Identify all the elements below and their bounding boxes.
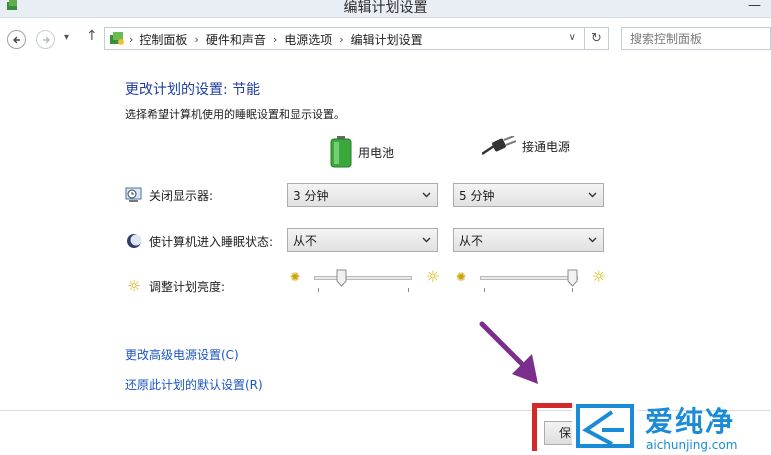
control-panel-icon	[110, 32, 124, 45]
sleep-plugged-select[interactable]: 从不	[453, 228, 604, 252]
display-battery-value: 3 分钟	[293, 188, 329, 203]
refresh-icon: ↻	[591, 31, 602, 46]
dim-sun-icon: ✺	[290, 270, 301, 284]
slider-thumb[interactable]	[336, 269, 347, 287]
watermark-frame	[532, 403, 574, 451]
display-battery-select[interactable]: 3 分钟	[287, 183, 438, 207]
up-arrow-icon[interactable]: ↑	[86, 28, 98, 44]
page-description: 选择希望计算机使用的睡眠设置和显示设置。	[125, 108, 345, 121]
display-plugged-select[interactable]: 5 分钟	[453, 183, 604, 207]
brightness-plugged-slider[interactable]: ✺ ☼	[456, 267, 606, 298]
display-setting-label: 关闭显示器:	[149, 188, 214, 203]
watermark: 爱纯净 aichunjing.com	[532, 400, 771, 455]
slider-tick	[572, 288, 573, 292]
power-plug-icon	[482, 136, 516, 156]
bright-sun-icon: ☼	[425, 267, 440, 286]
search-box[interactable]	[621, 27, 771, 50]
breadcrumb-edit-plan[interactable]: 编辑计划设置	[351, 31, 423, 48]
address-history-icon[interactable]: ∨	[569, 32, 576, 43]
moon-icon	[125, 232, 143, 250]
slider-tick	[408, 288, 409, 292]
window-title: 编辑计划设置	[343, 0, 428, 16]
plugged-column-label: 接通电源	[522, 139, 571, 154]
battery-column-header: 用电池	[330, 136, 394, 168]
address-bar[interactable]: › 控制面板 › 硬件和声音 › 电源选项 › 编辑计划设置 ∨ ↻	[104, 27, 609, 50]
brightness-setting-row: ☼ 调整计划亮度:	[125, 277, 225, 295]
watermark-text: 爱纯净	[645, 405, 736, 438]
breadcrumb: › 控制面板 › 硬件和声音 › 电源选项 › 编辑计划设置	[129, 31, 423, 48]
display-plugged-value: 5 分钟	[459, 188, 495, 203]
breadcrumb-control-panel[interactable]: 控制面板	[139, 31, 187, 48]
breadcrumb-separator[interactable]: ›	[129, 33, 133, 46]
breadcrumb-separator[interactable]: ›	[194, 33, 198, 46]
chevron-down-icon	[422, 192, 431, 198]
sleep-setting-label: 使计算机进入睡眠状态:	[149, 234, 274, 249]
back-button[interactable]	[7, 30, 26, 49]
slider-tick	[484, 288, 485, 292]
chevron-down-icon	[588, 192, 597, 198]
plugged-column-header: 接通电源	[482, 136, 570, 156]
dim-sun-icon: ✺	[456, 270, 467, 284]
slider-thumb[interactable]	[567, 269, 578, 287]
sleep-plugged-value: 从不	[459, 233, 484, 248]
chevron-down-icon	[588, 237, 597, 243]
recent-pages-icon[interactable]: ▾	[64, 32, 69, 43]
back-arrow-icon	[12, 36, 20, 43]
sleep-battery-select[interactable]: 从不	[287, 228, 438, 252]
minimize-button[interactable]: —	[748, 0, 761, 13]
sun-icon: ☼	[127, 277, 141, 295]
sleep-battery-value: 从不	[293, 233, 318, 248]
navigation-bar: ▾ ↑ › 控制面板 › 硬件和声音 › 电源选项 › 编辑计划设置 ∨ ↻	[0, 18, 771, 60]
bright-sun-icon: ☼	[591, 267, 606, 286]
page-title: 更改计划的设置: 节能	[125, 82, 261, 98]
annotation-arrow-icon	[479, 321, 538, 384]
slider-track	[480, 276, 578, 280]
forward-button[interactable]	[36, 30, 55, 49]
battery-icon	[330, 136, 352, 168]
sleep-setting-row: 使计算机进入睡眠状态:	[125, 232, 273, 250]
watermark-logo-icon	[572, 400, 638, 452]
restore-defaults-link[interactable]: 还原此计划的默认设置(R)	[125, 376, 263, 393]
breadcrumb-separator[interactable]: ›	[339, 33, 343, 46]
slider-tick	[318, 288, 319, 292]
battery-column-label: 用电池	[358, 145, 395, 160]
slider-track	[314, 276, 412, 280]
breadcrumb-separator[interactable]: ›	[273, 33, 277, 46]
forward-arrow-icon	[42, 36, 50, 43]
breadcrumb-hardware-sound[interactable]: 硬件和声音	[206, 31, 266, 48]
refresh-button[interactable]: ↻	[584, 28, 608, 49]
watermark-domain: aichunjing.com	[646, 438, 738, 452]
breadcrumb-power-options[interactable]: 电源选项	[284, 31, 332, 48]
brightness-setting-label: 调整计划亮度:	[149, 279, 226, 294]
monitor-clock-icon	[125, 186, 143, 204]
display-setting-row: 关闭显示器:	[125, 186, 213, 204]
advanced-power-settings-link[interactable]: 更改高级电源设置(C)	[125, 346, 239, 363]
title-bar: 编辑计划设置 —	[0, 0, 771, 18]
brightness-battery-slider[interactable]: ✺ ☼	[290, 267, 440, 298]
search-input[interactable]	[622, 28, 770, 49]
chevron-down-icon	[422, 237, 431, 243]
